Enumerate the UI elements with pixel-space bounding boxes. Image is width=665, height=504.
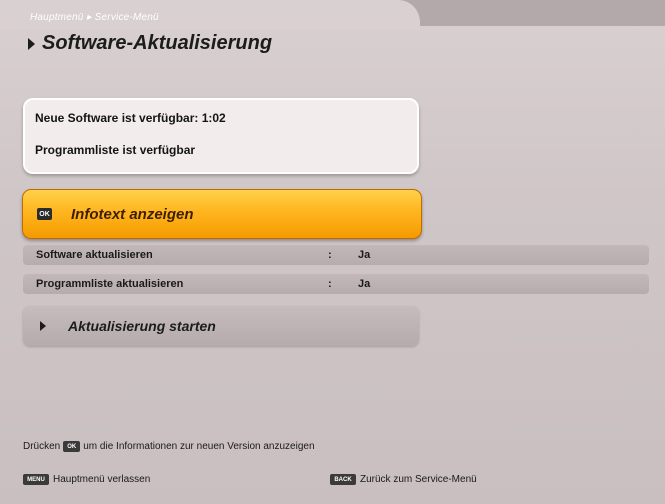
arrow-right-icon [28,37,35,50]
hint-suffix: um die Informationen zur neuen Version a… [83,441,315,452]
setting-row-channel-list-update[interactable]: Programmliste aktualisieren : Ja [23,274,649,294]
play-arrow-icon [40,321,46,331]
menu-key-icon: MENU [23,474,49,485]
ok-key-icon: OK [63,441,81,452]
setting-separator: : [328,278,332,290]
ok-key-icon: OK [37,208,52,220]
back-hint-label: Zurück zum Service-Menü [360,474,477,485]
hint-line: Drücken OK um die Informationen zur neue… [23,441,315,452]
footer-menu-hint[interactable]: MENU Hauptmenü verlassen [23,474,150,485]
page-title-text: Software-Aktualisierung [42,32,273,54]
setting-name: Programmliste aktualisieren [36,278,184,290]
breadcrumb: Hauptmenü ▸ Service-Menü [30,12,159,23]
channel-list-available-text: Programmliste ist verfügbar [35,143,196,157]
setting-value: Ja [358,249,371,261]
start-update-label: Aktualisierung starten [68,318,216,334]
back-key-icon: BACK [330,474,356,485]
page-title: Software-Aktualisierung [28,32,272,55]
software-available-text: Neue Software ist verfügbar: 1:02 [35,111,226,125]
setting-separator: : [328,249,332,261]
start-update-button[interactable]: Aktualisierung starten [23,306,419,346]
setting-row-software-update[interactable]: Software aktualisieren : Ja [23,245,649,265]
software-update-screen: Hauptmenü ▸ Service-Menü Software-Aktual… [0,0,665,504]
menu-hint-label: Hauptmenü verlassen [53,474,151,485]
hint-prefix: Drücken [23,441,61,452]
setting-name: Software aktualisieren [36,249,153,261]
setting-value: Ja [358,278,371,290]
show-infotext-label: Infotext anzeigen [71,205,194,223]
panel-tab-edge [398,0,665,26]
show-infotext-button[interactable]: OK Infotext anzeigen [22,189,422,239]
footer-back-hint[interactable]: BACK Zurück zum Service-Menü [330,474,477,485]
update-info-box: Neue Software ist verfügbar: 1:02 Progra… [23,98,419,174]
